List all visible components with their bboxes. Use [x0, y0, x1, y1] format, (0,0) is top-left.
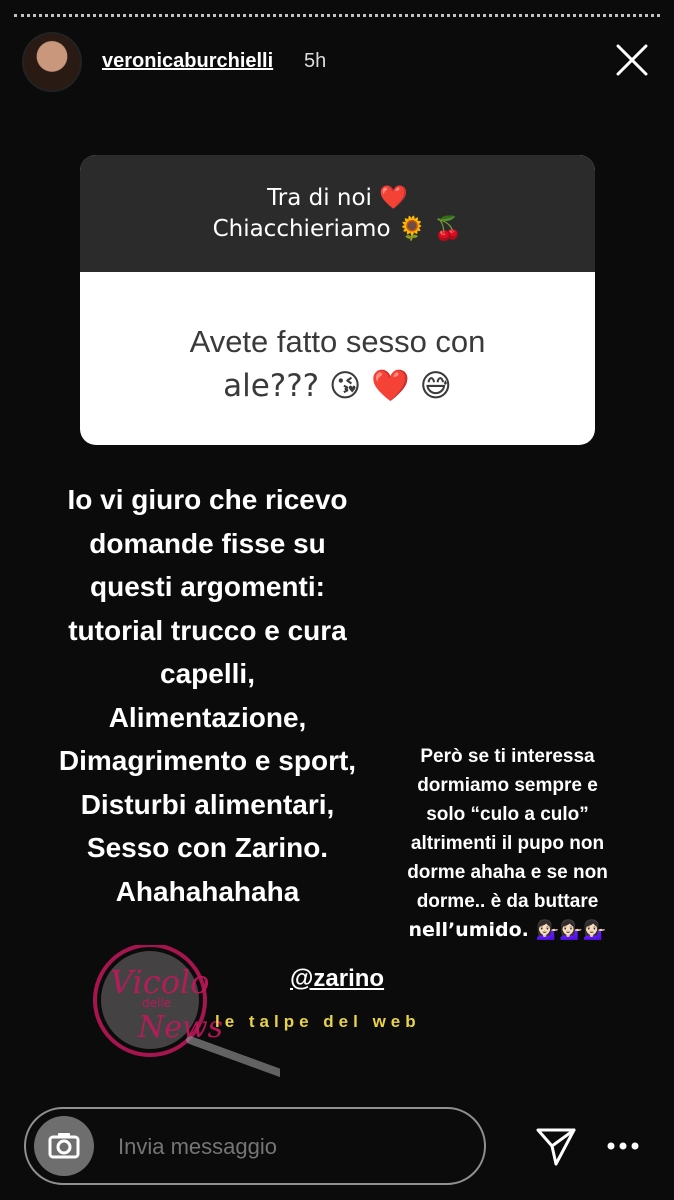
main-text-line: capelli, — [160, 658, 255, 689]
message-bar[interactable] — [24, 1107, 486, 1185]
svg-text:News: News — [137, 1010, 223, 1045]
story-progress-bar — [14, 14, 660, 20]
story-time: 5h — [304, 50, 327, 72]
talpe-watermark: le talpe del web — [215, 1012, 421, 1031]
story-main-text: Io vi giuro che ricevo domande fisse su … — [30, 478, 385, 913]
main-text-line: questi argomenti: — [90, 571, 325, 602]
svg-text:delle: delle — [142, 996, 171, 1010]
close-icon[interactable] — [612, 40, 652, 80]
side-text-line: Però se ti interessa — [420, 746, 595, 767]
send-icon[interactable] — [534, 1124, 578, 1168]
question-sticker: Tra di noi ❤️ Chiacchieriamo 🌻 🍒 Avete f… — [80, 155, 595, 445]
main-text-line: tutorial trucco e cura — [68, 614, 347, 646]
avatar[interactable] — [22, 32, 82, 92]
question-sticker-header: Tra di noi ❤️ Chiacchieriamo 🌻 🍒 — [80, 155, 595, 272]
side-text-line: altrimenti il pupo non — [410, 833, 605, 854]
side-text-line: nell’umido. 💁🏻‍♀️💁🏻‍♀️💁🏻‍♀️ — [408, 919, 607, 941]
story-header: veronicaburchielli 5h — [22, 32, 656, 92]
side-text-line: solo “culo a culo” — [426, 804, 589, 825]
mention-link[interactable]: @zarino — [290, 965, 384, 993]
main-text-line: Io vi giuro che ricevo — [67, 484, 348, 515]
main-text-line: Dimagrimento e sport, — [58, 745, 357, 776]
side-text-line: dormiamo sempre e — [417, 775, 598, 796]
username-link[interactable]: veronicaburchielli — [102, 50, 273, 73]
question-sticker-body: Avete fatto sesso con ale??? 😘 ❤️ 😅 — [80, 272, 595, 408]
main-text-line: Disturbi alimentari, — [80, 788, 335, 820]
message-input[interactable] — [116, 1133, 460, 1161]
question-text-2: ale??? 😘 ❤️ 😅 — [223, 368, 452, 404]
main-text-line: Ahahahahaha — [115, 875, 300, 907]
more-icon[interactable] — [605, 1132, 641, 1160]
camera-icon[interactable] — [34, 1116, 94, 1176]
question-sticker-title-2: Chiacchieriamo 🌻 🍒 — [212, 216, 463, 242]
main-text-line: Alimentazione, — [108, 701, 307, 733]
main-text-line: domande fisse su — [89, 527, 326, 559]
side-text-line: dorme ahaha e se non — [407, 862, 608, 883]
main-text-line: Sesso con Zarino. — [86, 832, 329, 863]
side-text-line: dorme.. è da buttare — [416, 891, 599, 912]
question-sticker-title-1: Tra di noi ❤️ — [267, 185, 408, 211]
question-text-1: Avete fatto sesso con — [189, 324, 486, 359]
story-side-text: Però se ti interessa dormiamo sempre e s… — [390, 742, 625, 945]
